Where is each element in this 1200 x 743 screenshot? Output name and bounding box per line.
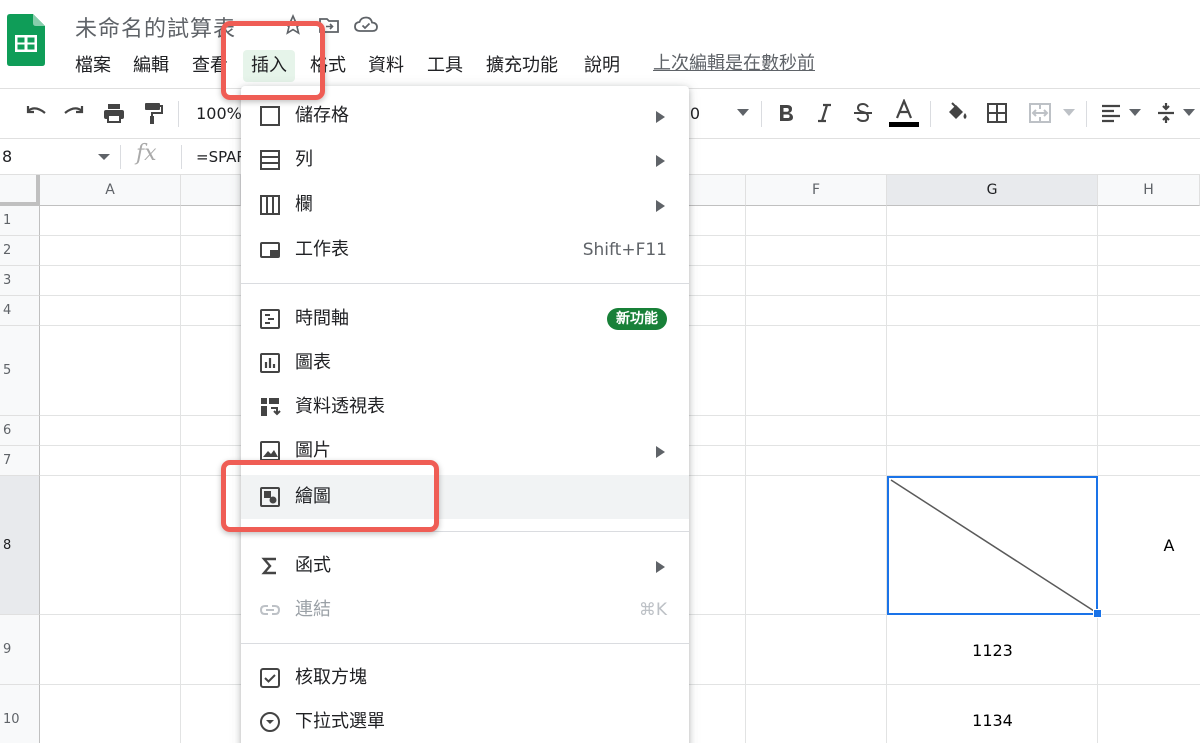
text-color-icon[interactable] [888,99,920,127]
italic-icon[interactable] [812,99,836,127]
column-icon [259,194,281,216]
menu-file[interactable]: 檔案 [75,50,111,82]
font-size-value[interactable]: 0 [688,99,702,127]
redo-icon[interactable] [60,99,88,127]
column-header-b[interactable] [181,175,241,206]
insert-menu-item-sheet[interactable]: 工作表 Shift+F11 [241,228,689,272]
strikethrough-icon[interactable] [850,99,876,127]
column-header-a[interactable]: A [40,175,181,206]
shortcut-label: Shift+F11 [582,240,667,260]
submenu-arrow-icon [656,155,665,167]
move-folder-icon[interactable] [318,14,340,36]
row-header-1[interactable]: 1 [0,206,40,236]
link-icon [259,599,281,621]
image-icon [259,440,281,462]
column-header-f[interactable]: F [746,175,887,206]
fill-color-icon[interactable] [943,99,971,127]
new-feature-badge: 新功能 [607,308,667,330]
drawing-icon [259,486,281,508]
menu-tools[interactable]: 工具 [427,50,463,82]
merge-cells-icon[interactable] [1026,99,1054,127]
column-header-h[interactable]: H [1098,175,1200,206]
horizontal-align-icon[interactable] [1098,99,1124,127]
undo-icon[interactable] [22,99,50,127]
select-all-corner[interactable] [0,175,40,206]
valign-caret-icon[interactable] [1182,99,1196,127]
borders-icon[interactable] [983,99,1011,127]
print-icon[interactable] [100,99,128,127]
cell-g10[interactable]: 1134 [887,711,1098,730]
insert-menu: 儲存格 列 欄 工作表 Shift+F11 時間軸 新功能 圖表 資料透視表 圖… [241,86,689,743]
chart-icon [259,352,281,374]
menu-bar: 檔案 編輯 查看 插入 格式 資料 工具 擴充功能 說明 上次編輯是在數秒前 [0,50,1200,82]
sigma-icon [259,555,281,577]
dropdown-icon [259,711,281,733]
menu-insert[interactable]: 插入 [243,50,295,82]
name-box-caret-icon[interactable] [98,154,110,160]
insert-menu-item-link: 連結 ⌘K [241,588,689,632]
insert-menu-item-function[interactable]: 函式 [241,544,689,588]
insert-menu-item-chart[interactable]: 圖表 [241,341,689,385]
column-header-g[interactable]: G [887,175,1098,206]
cloud-saved-icon[interactable] [354,14,378,36]
submenu-arrow-icon [656,111,665,123]
row-header-4[interactable]: 4 [0,296,40,326]
checkbox-icon [259,667,281,689]
bold-icon[interactable] [774,99,798,127]
submenu-arrow-icon [656,561,665,573]
cell-icon [259,105,281,127]
row-header-2[interactable]: 2 [0,236,40,266]
row-header-8[interactable]: 8 [0,476,40,615]
row-icon [259,149,281,171]
row-header-7[interactable]: 7 [0,446,40,476]
row-header-9[interactable]: 9 [0,615,40,685]
font-size-caret-icon[interactable] [734,99,752,127]
insert-menu-item-cells[interactable]: 儲存格 [241,94,689,138]
document-title[interactable]: 未命名的試算表 [75,11,236,43]
menu-view[interactable]: 查看 [192,50,228,82]
submenu-arrow-icon [656,446,665,458]
menu-edit[interactable]: 編輯 [133,50,169,82]
shortcut-label: ⌘K [638,600,667,620]
menu-help[interactable]: 說明 [584,50,620,82]
row-header-6[interactable]: 6 [0,416,40,446]
paint-format-icon[interactable] [139,99,167,127]
fill-handle[interactable] [1093,609,1102,618]
vertical-align-icon[interactable] [1154,99,1178,127]
sheet-icon [259,239,281,261]
fx-icon: fx [136,141,157,166]
star-icon[interactable] [281,13,305,36]
align-caret-icon[interactable] [1128,99,1142,127]
merge-caret-icon[interactable] [1062,99,1076,127]
active-cell-selection [887,476,1098,615]
insert-menu-item-pivot-table[interactable]: 資料透視表 [241,385,689,429]
menu-extensions[interactable]: 擴充功能 [486,50,558,82]
insert-menu-item-image[interactable]: 圖片 [241,429,689,473]
row-header-10[interactable]: 10 [0,685,40,743]
last-edit-link[interactable]: 上次編輯是在數秒前 [653,50,815,82]
insert-menu-item-columns[interactable]: 欄 [241,183,689,227]
submenu-arrow-icon [656,200,665,212]
cell-g9[interactable]: 1123 [887,641,1098,660]
insert-menu-item-checkbox[interactable]: 核取方塊 [241,656,689,700]
menu-data[interactable]: 資料 [368,50,404,82]
row-header-3[interactable]: 3 [0,266,40,296]
insert-menu-item-timeline[interactable]: 時間軸 新功能 [241,297,689,341]
cell-h8[interactable]: A [1098,536,1200,555]
insert-menu-item-rows[interactable]: 列 [241,138,689,182]
row-header-5[interactable]: 5 [0,326,40,416]
pivot-table-icon [259,396,281,418]
column-header-e[interactable] [689,175,746,206]
menu-format[interactable]: 格式 [310,50,346,82]
timeline-icon [259,308,281,330]
formula-input[interactable]: =SPAR [196,139,247,175]
insert-menu-item-dropdown[interactable]: 下拉式選單 [241,700,689,743]
zoom-select[interactable]: 100% [196,99,242,127]
insert-menu-item-drawing[interactable]: 繪圖 [241,475,689,519]
